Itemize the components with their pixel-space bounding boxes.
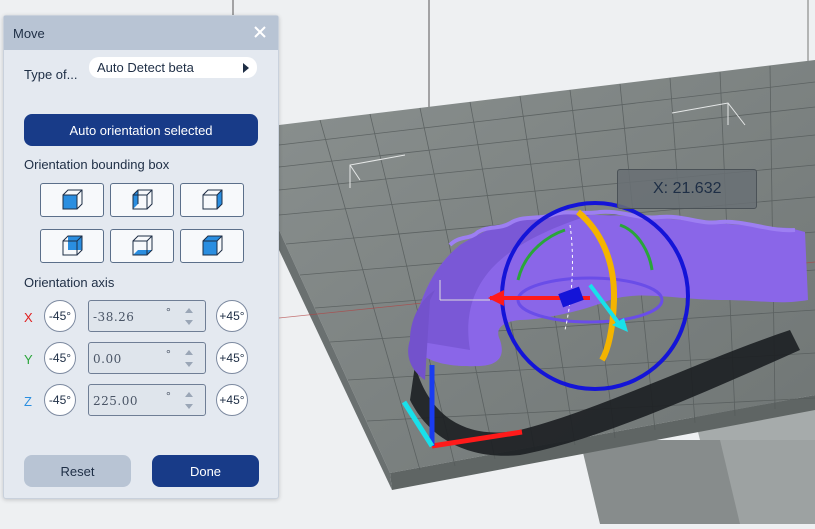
axis-z-plus-button[interactable]: +45° (216, 384, 248, 416)
axis-x-letter: X (24, 310, 33, 325)
axis-x-decrement-icon[interactable] (185, 320, 193, 325)
type-select[interactable]: Auto Detect beta (89, 57, 257, 78)
orientation-axis-label: Orientation axis (24, 275, 115, 290)
bbox-button-5[interactable] (110, 229, 174, 263)
cube-bottom-icon (132, 235, 153, 256)
axis-z-letter: Z (24, 394, 32, 409)
bounding-box-label: Orientation bounding box (24, 157, 170, 172)
cube-front-icon (62, 189, 83, 210)
bbox-button-6[interactable] (180, 229, 244, 263)
axis-x-plus-button[interactable]: +45° (216, 300, 248, 332)
axis-z-field[interactable]: 225.00 ° (88, 384, 206, 416)
bbox-button-3[interactable] (180, 183, 244, 217)
axis-y-minus-button[interactable]: -45° (44, 342, 76, 374)
axis-y-field[interactable]: 0.00 ° (88, 342, 206, 374)
type-label: Type of... (24, 67, 78, 82)
axis-z-decrement-icon[interactable] (185, 404, 193, 409)
type-select-value: Auto Detect beta (97, 60, 194, 75)
close-icon[interactable] (250, 22, 270, 42)
panel-header: Move (4, 16, 278, 50)
bbox-button-1[interactable] (40, 183, 104, 217)
reset-button[interactable]: Reset (24, 455, 131, 487)
type-row: Type of... Auto Detect beta (24, 57, 257, 82)
axis-x-minus-button[interactable]: -45° (44, 300, 76, 332)
cube-left-icon (132, 189, 153, 210)
bbox-button-4[interactable] (40, 229, 104, 263)
axis-x-field[interactable]: -38.26 ° (88, 300, 206, 332)
move-panel: Move Type of... Auto Detect beta Auto or… (3, 15, 279, 499)
axis-y-unit: ° (166, 347, 171, 361)
auto-orientation-button[interactable]: Auto orientation selected (24, 114, 258, 146)
cube-right-icon (202, 189, 223, 210)
coordinate-readout: X: 21.632 (617, 169, 757, 209)
axis-y-value: 0.00 (93, 352, 122, 366)
bbox-button-2[interactable] (110, 183, 174, 217)
axis-x-increment-icon[interactable] (185, 308, 193, 313)
axis-y-increment-icon[interactable] (185, 350, 193, 355)
axis-x-value: -38.26 (93, 310, 135, 324)
axis-z-increment-icon[interactable] (185, 392, 193, 397)
axis-y-decrement-icon[interactable] (185, 362, 193, 367)
axis-z-minus-button[interactable]: -45° (44, 384, 76, 416)
axis-z-value: 225.00 (93, 394, 138, 408)
axis-x-unit: ° (166, 305, 171, 319)
panel-title: Move (13, 25, 45, 41)
axis-z-unit: ° (166, 389, 171, 403)
axis-y-plus-button[interactable]: +45° (216, 342, 248, 374)
done-button[interactable]: Done (152, 455, 259, 487)
cube-top-icon (202, 235, 223, 256)
caret-right-icon (243, 63, 249, 73)
cube-back-icon (62, 235, 83, 256)
axis-y-letter: Y (24, 352, 33, 367)
